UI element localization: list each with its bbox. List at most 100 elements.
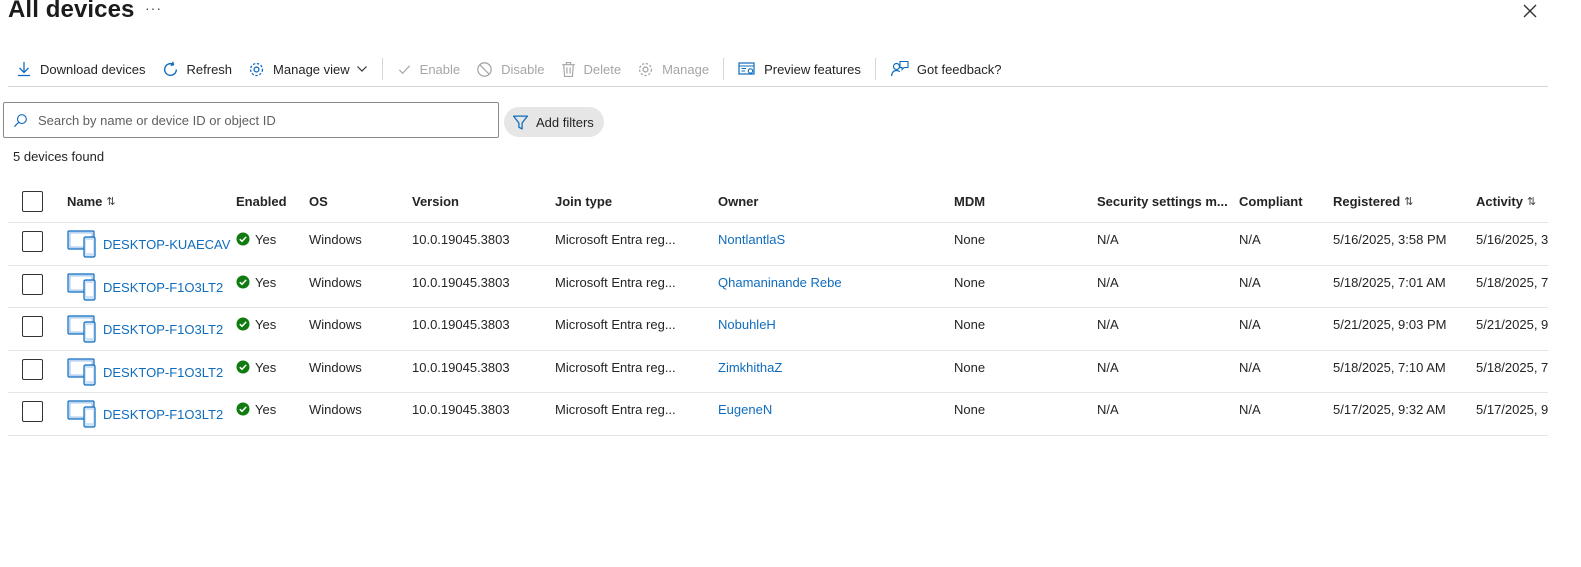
more-actions-button[interactable]: ···	[145, 0, 162, 16]
add-filters-label: Add filters	[536, 114, 594, 130]
page-title: All devices	[8, 0, 135, 23]
owner-link[interactable]: ZimkhithaZ	[718, 360, 782, 375]
devices-table: Name ⇅ Enabled OS Version Join type Owner…	[8, 180, 1548, 436]
device-name-link[interactable]: DESKTOP-F1O3LT2	[103, 322, 223, 337]
enabled-value: Yes	[255, 317, 277, 332]
block-icon	[477, 61, 492, 77]
enabled-cell: Yes	[236, 308, 306, 350]
preview-features-label: Preview features	[764, 61, 861, 77]
device-name-cell: DESKTOP-F1O3LT2	[67, 266, 232, 308]
delete-button[interactable]: Delete	[553, 54, 630, 84]
column-header-compliant: Compliant	[1239, 193, 1303, 209]
security-settings-cell: N/A	[1097, 402, 1119, 417]
search-input[interactable]	[38, 112, 478, 128]
refresh-button[interactable]: Refresh	[154, 54, 241, 84]
check-circle-icon	[236, 402, 250, 416]
enable-button[interactable]: Enable	[389, 54, 468, 84]
checkmark-icon	[398, 64, 410, 74]
device-name-cell: DESKTOP-KUAECAV	[67, 223, 232, 265]
owner-link[interactable]: NontlantlaS	[718, 232, 785, 247]
os-cell: Windows	[309, 232, 362, 247]
column-header-registered[interactable]: Registered ⇅	[1333, 180, 1473, 222]
manage-view-label: Manage view	[273, 61, 350, 77]
preview-icon	[738, 62, 755, 75]
compliant-cell: N/A	[1239, 359, 1261, 375]
row-checkbox[interactable]	[22, 231, 43, 252]
gear-icon	[638, 62, 653, 76]
enabled-value: Yes	[255, 232, 277, 247]
registered-cell: 5/21/2025, 9:03 PM	[1333, 317, 1447, 332]
enabled-value: Yes	[255, 359, 277, 375]
refresh-label: Refresh	[186, 61, 233, 77]
column-header-version: Version	[412, 193, 459, 209]
check-circle-icon	[236, 275, 250, 288]
owner-link[interactable]: NobuhleH	[718, 317, 776, 332]
owner-cell: NontlantlaS	[718, 223, 948, 265]
search-box	[3, 102, 499, 138]
enabled-cell: Yes	[236, 266, 306, 308]
owner-link[interactable]: EugeneN	[718, 402, 772, 417]
device-name-cell: DESKTOP-F1O3LT2	[67, 351, 232, 393]
column-header-mdm: MDM	[954, 193, 986, 209]
trash-icon	[561, 61, 575, 77]
device-name-link[interactable]: DESKTOP-F1O3LT2	[103, 280, 223, 295]
preview-features-button[interactable]: Preview features	[730, 54, 869, 84]
column-registered-label: Registered	[1333, 193, 1401, 209]
row-checkbox[interactable]	[22, 358, 43, 380]
os-cell: Windows	[309, 359, 362, 375]
owner-link[interactable]: Qhamaninande Rebe	[718, 275, 842, 290]
row-checkbox[interactable]	[22, 273, 43, 295]
os-cell: Windows	[309, 402, 362, 417]
security-settings-cell: N/A	[1097, 232, 1119, 247]
activity-cell: 5/21/2025, 9	[1476, 317, 1548, 332]
device-name-link[interactable]: DESKTOP-KUAECAV	[103, 237, 230, 252]
table-row[interactable]: DESKTOP-F1O3LT2 Yes Windows 10.0.19045.3…	[8, 351, 1548, 393]
row-checkbox[interactable]	[22, 316, 43, 337]
feedback-button[interactable]: Got feedback?	[882, 54, 1010, 84]
table-row[interactable]: DESKTOP-F1O3LT2 Yes Windows 10.0.19045.3…	[8, 393, 1548, 436]
check-circle-icon	[236, 317, 250, 331]
compliant-cell: N/A	[1239, 232, 1261, 247]
compliant-cell: N/A	[1239, 402, 1261, 417]
download-devices-button[interactable]: Download devices	[8, 54, 154, 84]
row-checkbox[interactable]	[22, 401, 43, 422]
chevron-down-icon	[356, 66, 367, 72]
disable-button[interactable]: Disable	[468, 54, 552, 84]
delete-label: Delete	[583, 61, 622, 77]
more-icon: ···	[145, 0, 162, 16]
version-cell: 10.0.19045.3803	[412, 232, 510, 247]
device-name-link[interactable]: DESKTOP-F1O3LT2	[103, 407, 223, 422]
device-name-link[interactable]: DESKTOP-F1O3LT2	[103, 365, 223, 380]
enabled-value: Yes	[255, 274, 277, 290]
row-select-cell	[22, 223, 62, 265]
registered-cell: 5/17/2025, 9:32 AM	[1333, 402, 1446, 417]
security-settings-cell: N/A	[1097, 317, 1119, 332]
select-all-checkbox[interactable]	[22, 190, 43, 212]
check-circle-icon	[236, 360, 250, 373]
close-button[interactable]	[1519, 0, 1543, 24]
manage-button[interactable]: Manage	[629, 54, 717, 84]
os-cell: Windows	[309, 274, 362, 290]
registered-cell: 5/18/2025, 7:01 AM	[1333, 274, 1446, 290]
registered-cell: 5/18/2025, 7:10 AM	[1333, 359, 1446, 375]
activity-cell: 5/18/2025, 7	[1476, 274, 1548, 290]
device-icon	[67, 400, 96, 428]
table-row[interactable]: DESKTOP-F1O3LT2 Yes Windows 10.0.19045.3…	[8, 308, 1548, 351]
device-icon	[67, 272, 96, 301]
mdm-cell: None	[954, 274, 986, 290]
column-header-owner: Owner	[718, 193, 759, 209]
device-icon	[67, 357, 96, 386]
column-header-activity[interactable]: Activity ⇅	[1476, 180, 1548, 222]
sort-icon: ⇅	[106, 195, 116, 208]
manage-view-button[interactable]: Manage view	[240, 54, 376, 84]
os-cell: Windows	[309, 317, 362, 332]
table-row[interactable]: DESKTOP-F1O3LT2 Yes Windows 10.0.19045.3…	[8, 266, 1548, 308]
table-row[interactable]: DESKTOP-KUAECAV Yes Windows 10.0.19045.3…	[8, 223, 1548, 266]
column-header-name[interactable]: Name ⇅	[67, 180, 232, 222]
join-type-cell: Microsoft Entra reg...	[555, 359, 676, 375]
table-header-row: Name ⇅ Enabled OS Version Join type Owner…	[8, 180, 1548, 223]
add-filters-button[interactable]: Add filters	[504, 107, 604, 137]
device-name-cell: DESKTOP-F1O3LT2	[67, 308, 232, 350]
toolbar-divider	[381, 58, 383, 80]
enabled-cell: Yes	[236, 223, 306, 265]
